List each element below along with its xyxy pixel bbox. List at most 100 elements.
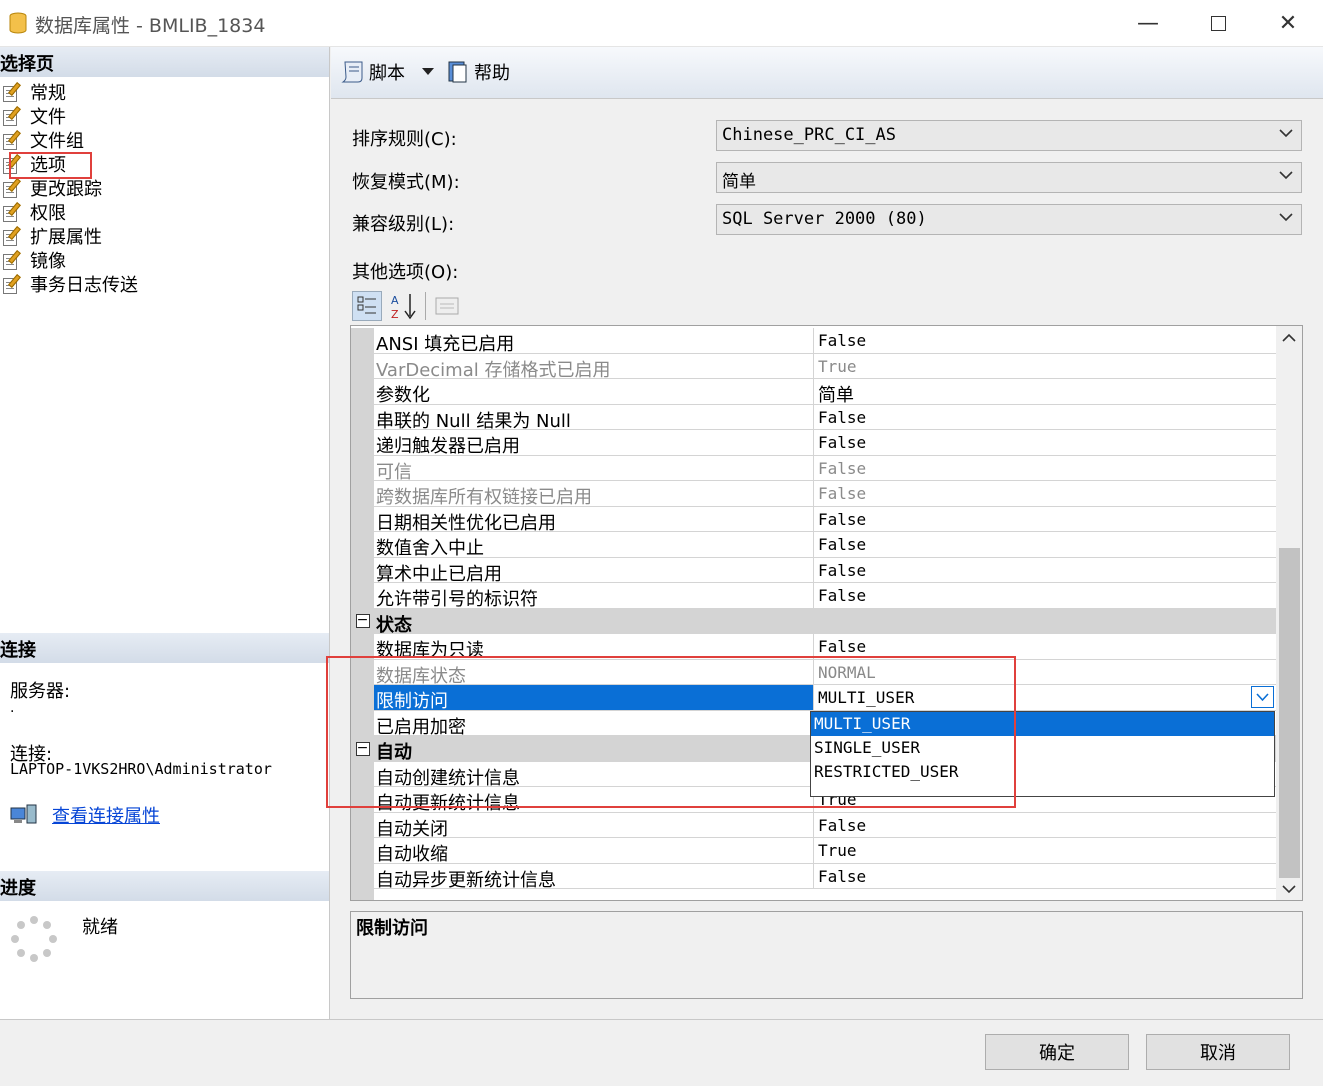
grid-row-date-correlation[interactable]: 日期相关性优化已启用 False [351,506,1276,532]
close-button[interactable]: ✕ [1253,0,1323,47]
description-panel: 限制访问 [350,911,1303,999]
sort-az-icon: A Z [391,294,416,321]
alphabetical-view-button[interactable]: A Z [389,291,419,321]
select-page-header: 选择页 [0,47,329,77]
script-dropdown-arrow-icon[interactable] [421,67,435,77]
property-pages-icon [435,297,459,315]
connection-properties-icon [10,804,37,824]
server-label: 服务器: [10,681,71,702]
page-icon [2,130,24,150]
page-item-label: 权限 [30,203,66,224]
page-item-filegroups[interactable]: 文件组 [2,128,84,152]
page-item-label: 事务日志传送 [30,275,138,296]
scroll-down-icon[interactable] [1282,883,1296,895]
page-item-general[interactable]: 常规 [2,80,66,104]
compat-value: SQL Server 2000 (80) [722,209,927,229]
connection-value: LAPTOP-1VKS2HRO\Administrator [10,760,272,778]
grid-row-recursive-triggers[interactable]: 递归触发器已启用 False [351,430,1276,456]
connection-header: 连接 [0,633,329,663]
window-title: 数据库属性 - BMLIB_1834 [35,15,266,37]
page-item-extended-properties[interactable]: 扩展属性 [2,224,102,248]
minimize-icon: — [1137,11,1159,36]
progress-status: 就绪 [82,917,118,938]
collapse-icon[interactable]: − [355,613,370,629]
other-options-label: 其他选项(O): [352,262,459,283]
page-item-label: 文件组 [30,131,84,152]
maximize-icon [1210,16,1226,31]
grid-row-parameterization[interactable]: 参数化 简单 [351,379,1276,405]
help-label: 帮助 [474,63,510,84]
grid-row-auto-shrink[interactable]: 自动收缩 True [351,838,1276,864]
grid-row-trustworthy[interactable]: 可信 False [351,455,1276,481]
recovery-value: 简单 [722,172,756,192]
property-grid: ANSI 填充已启用 False VarDecimal 存储格式已启用 True 参… [350,325,1303,901]
collation-value: Chinese_PRC_CI_AS [722,125,896,145]
highlight-box-restrict-access [326,656,1016,808]
grid-row-auto-close[interactable]: 自动关闭 False [351,812,1276,838]
grid-row-arith-abort[interactable]: 算术中止已启用 False [351,557,1276,583]
categorized-icon [357,296,376,314]
scroll-up-icon[interactable] [1282,332,1296,344]
server-value: . [10,700,15,716]
script-icon [341,61,363,83]
chevron-down-icon [1279,213,1293,222]
close-icon: ✕ [1278,11,1298,36]
page-icon [2,274,24,294]
page-icon [2,250,24,270]
compat-level-select[interactable]: SQL Server 2000 (80) [716,204,1302,235]
title-bar: 数据库属性 - BMLIB_1834 — ✕ [0,0,1323,47]
page-icon [2,106,24,126]
collation-label: 排序规则(C): [352,129,457,150]
grid-row-auto-update-async[interactable]: 自动异步更新统计信息 False [351,863,1276,889]
script-label: 脚本 [369,63,405,84]
page-item-permissions[interactable]: 权限 [2,200,66,224]
maximize-button[interactable] [1183,0,1253,47]
view-connection-properties-link[interactable]: 查看连接属性 [52,802,160,828]
grid-row-quoted-identifier[interactable]: 允许带引号的标识符 False [351,583,1276,609]
page-item-change-tracking[interactable]: 更改跟踪 [2,176,102,200]
toolbar-divider [425,292,426,320]
grid-scrollbar[interactable] [1276,326,1302,900]
grid-row-ansi-padding[interactable]: ANSI 填充已启用 False [351,328,1276,354]
chevron-down-icon [1256,693,1269,702]
chevron-down-icon [1279,129,1293,138]
help-book-icon [448,61,467,83]
page-icon [2,82,24,102]
page-icon [2,202,24,222]
grid-row-concat-null[interactable]: 串联的 Null 结果为 Null False [351,404,1276,430]
page-item-label: 常规 [30,83,66,104]
recovery-label: 恢复模式(M): [352,172,460,193]
help-button[interactable]: 帮助 [446,59,510,85]
page-icon [2,178,24,198]
grid-row-filler [351,889,1276,900]
page-item-mirroring[interactable]: 镜像 [2,248,66,272]
page-item-label: 镜像 [30,251,66,272]
cancel-button[interactable]: 取消 [1146,1034,1290,1070]
progress-spinner-icon [11,916,57,962]
categorized-view-button[interactable] [352,291,382,321]
script-button[interactable]: 脚本 [340,59,405,85]
recovery-model-select[interactable]: 简单 [716,162,1302,193]
svg-text:Z: Z [391,308,399,321]
collation-select[interactable]: Chinese_PRC_CI_AS [716,120,1302,151]
compat-label: 兼容级别(L): [352,214,455,235]
scroll-thumb[interactable] [1279,548,1300,878]
page-item-label: 文件 [30,107,66,128]
page-item-log-shipping[interactable]: 事务日志传送 [2,272,138,296]
highlight-box-options [9,152,92,179]
grid-row-cross-db-chaining[interactable]: 跨数据库所有权链接已启用 False [351,481,1276,507]
progress-header: 进度 [0,871,329,901]
property-pages-button[interactable] [432,291,462,321]
ok-button[interactable]: 确定 [985,1034,1129,1070]
page-icon [2,226,24,246]
svg-text:A: A [391,294,399,307]
minimize-button[interactable]: — [1113,0,1183,47]
database-icon [9,12,27,34]
grid-category-state[interactable]: − 状态 [351,608,1276,634]
page-item-label: 扩展属性 [30,227,102,248]
grid-row-vardecimal[interactable]: VarDecimal 存储格式已启用 True [351,353,1276,379]
page-item-files[interactable]: 文件 [2,104,66,128]
restrict-access-dropdown-button[interactable] [1251,686,1274,708]
description-title: 限制访问 [356,918,428,939]
grid-row-numeric-roundabort[interactable]: 数值舍入中止 False [351,532,1276,558]
